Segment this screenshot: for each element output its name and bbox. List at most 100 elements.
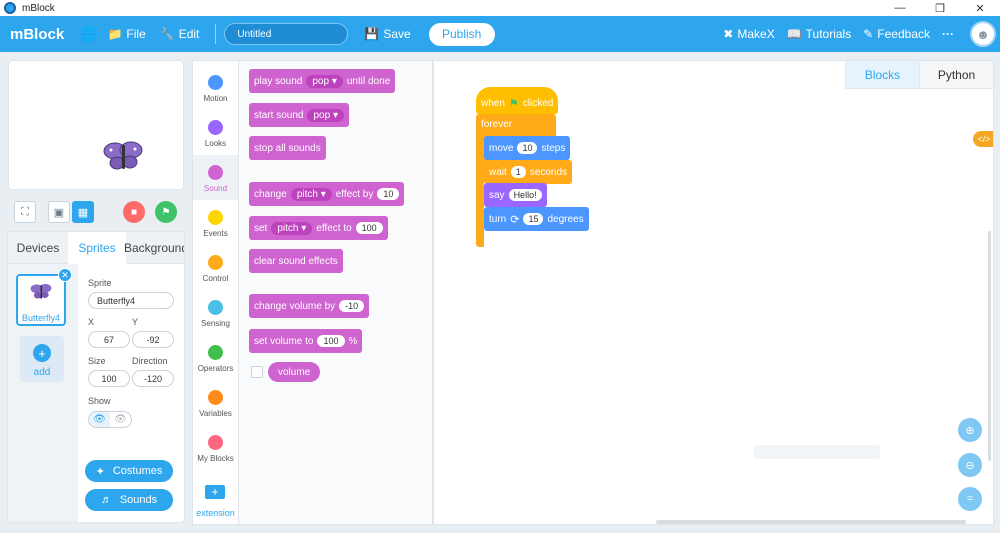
green-flag-button[interactable]: ⚑ [155,201,177,223]
say-block[interactable]: say Hello! [484,183,547,207]
add-extension-button[interactable]: + [205,485,225,499]
sound-dropdown[interactable]: pop ▾ [307,108,344,122]
play-sound-until-done-block[interactable]: play sound pop ▾ until done [249,69,396,93]
effect-dropdown[interactable]: pitch ▾ [290,187,332,201]
degrees-input[interactable]: 15 [523,213,544,225]
brand-logo: mBlock [10,25,65,43]
when-flag-clicked-block[interactable]: when ⚑ clicked [476,87,558,114]
sprite-card-butterfly[interactable]: Butterfly4 ✕ [16,268,72,326]
save-label: Save [383,27,411,41]
set-volume-block[interactable]: set volume to 100 % [249,329,363,353]
delete-sprite-icon[interactable]: ✕ [58,268,72,282]
category-variables[interactable]: Variables [193,380,238,425]
size-field[interactable]: 100 [88,370,130,387]
say-text-input[interactable]: Hello! [508,189,542,201]
effect-dropdown[interactable]: pitch ▾ [271,221,313,235]
zoom-in-icon[interactable]: ⊕ [958,418,982,442]
tab-python[interactable]: Python [919,61,993,89]
zoom-reset-icon[interactable]: = [958,487,982,511]
show-visible-icon[interactable]: 👁 [89,412,110,427]
category-sound[interactable]: Sound [193,155,238,200]
add-sprite-button[interactable]: + add [20,336,64,382]
direction-field[interactable]: -120 [132,370,174,387]
stage-canvas[interactable] [8,60,184,190]
sounds-button[interactable]: ♬ Sounds [85,489,173,511]
tab-background[interactable]: Background [124,232,184,264]
code-view-icon[interactable]: </> [973,131,993,147]
category-control[interactable]: Control [193,245,238,290]
move-steps-block[interactable]: move 10 steps [484,136,571,160]
tab-blocks[interactable]: Blocks [845,61,919,89]
costumes-button[interactable]: ✦ Costumes [85,460,173,482]
volume-change-input[interactable]: -10 [339,300,365,312]
wait-seconds-block[interactable]: wait 1 seconds [484,160,573,184]
faint-overlay [754,445,880,459]
horizontal-scrollbar[interactable] [656,520,966,524]
stop-all-sounds-block[interactable]: stop all sounds [249,136,326,160]
set-effect-block[interactable]: set pitch ▾ effect to 100 [249,216,388,240]
vertical-scrollbar[interactable] [988,231,991,461]
user-avatar[interactable]: ☻ [970,21,996,47]
show-hidden-icon[interactable]: 👁 [110,412,131,427]
steps-input[interactable]: 10 [517,142,538,154]
extension-label[interactable]: extension [193,508,238,518]
butterfly-sprite[interactable] [101,139,145,175]
looks-dot-icon [208,120,223,135]
tab-sprites[interactable]: Sprites [68,232,126,264]
category-operators[interactable]: Operators [193,335,238,380]
makex-link[interactable]: ✖ MakeX [723,27,774,41]
tab-devices[interactable]: Devices [8,232,68,264]
fullscreen-button[interactable]: ⛶ [14,201,36,223]
sound-dropdown[interactable]: pop ▾ [306,74,343,88]
file-menu[interactable]: 📁 File [107,27,145,41]
show-toggle: 👁 👁 [88,411,132,428]
direction-label: Direction [132,356,168,366]
feedback-link[interactable]: ✎ Feedback [863,27,930,41]
butterfly-thumbnail [30,283,52,299]
script-area[interactable]: Blocks Python </> when ⚑ clicked forever… [433,60,994,525]
zoom-out-icon[interactable]: ⊖ [958,453,982,477]
category-looks[interactable]: Looks [193,110,238,155]
x-field[interactable]: 67 [88,331,130,348]
control-dot-icon [208,255,223,270]
effect-value-input[interactable]: 100 [355,222,383,234]
project-name-input[interactable]: Untitled [224,23,349,45]
brush-icon: ✦ [95,465,105,478]
save-button[interactable]: 💾 Save [364,27,410,41]
sprite-list: Butterfly4 ✕ + add [8,264,78,522]
sprite-name-field[interactable]: Butterfly4 [88,292,174,309]
tutorials-link[interactable]: 📖 Tutorials [787,27,852,41]
more-menu[interactable]: ··· [942,27,954,41]
edit-menu[interactable]: 🔧 Edit [160,27,200,41]
small-stage-button[interactable]: ▣ [48,201,70,223]
minimize-button[interactable]: — [880,0,920,16]
change-volume-block[interactable]: change volume by -10 [249,294,370,318]
category-events[interactable]: Events [193,200,238,245]
category-sensing[interactable]: Sensing [193,290,238,335]
clear-sound-effects-block[interactable]: clear sound effects [249,249,343,273]
close-window-button[interactable]: ✕ [960,0,1000,16]
publish-button[interactable]: Publish [428,22,495,46]
y-field[interactable]: -92 [132,331,174,348]
events-dot-icon [208,210,223,225]
globe-icon[interactable]: 🌐 [80,26,97,43]
maximize-button[interactable]: ❐ [920,0,960,16]
block-text: when [481,97,505,109]
plus-icon: + [33,344,51,362]
block-text: set [254,222,268,234]
effect-amount-input[interactable]: 10 [377,188,400,200]
change-effect-block[interactable]: change pitch ▾ effect by 10 [249,182,405,206]
start-sound-block[interactable]: start sound pop ▾ [249,103,349,127]
volume-value-input[interactable]: 100 [317,335,345,347]
normal-stage-button[interactable]: ▦ [72,201,94,223]
volume-reporter-block[interactable]: volume [268,362,321,382]
seconds-input[interactable]: 1 [510,166,526,178]
wrench-icon: 🔧 [159,27,175,41]
category-my-blocks[interactable]: My Blocks [193,425,238,470]
main-toolbar: mBlock 🌐 📁 File 🔧 Edit Untitled 💾 Save Publ… [0,16,1000,52]
category-motion[interactable]: Motion [193,65,238,110]
block-text: stop all sounds [254,142,321,154]
volume-monitor-checkbox[interactable] [251,366,263,378]
turn-degrees-block[interactable]: turn ⟳ 15 degrees [484,207,589,231]
stop-button[interactable]: ■ [123,201,145,223]
